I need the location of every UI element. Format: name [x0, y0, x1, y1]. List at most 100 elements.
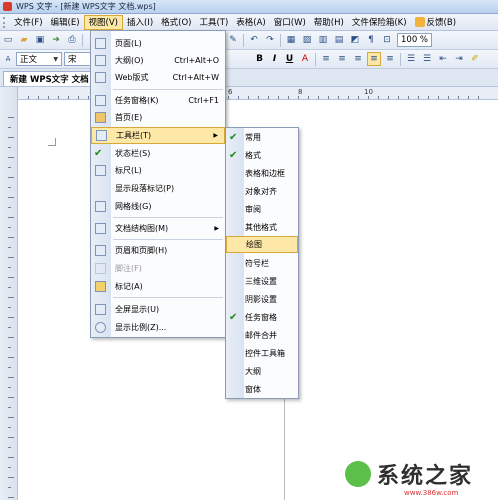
view-menu-zoom[interactable]: 显示比例(Z)...: [91, 319, 225, 336]
toolbar-option-symbols[interactable]: 符号栏: [226, 255, 298, 272]
view-menu-full-screen[interactable]: 全屏显示(U): [91, 301, 225, 318]
align-center-icon[interactable]: ≡: [335, 52, 349, 66]
bold-button[interactable]: B: [253, 53, 266, 66]
print-icon[interactable]: ⎙: [65, 33, 79, 47]
zoom-combo[interactable]: 100 %: [397, 33, 433, 47]
ruler-tick: [8, 247, 11, 248]
view-menu-paragraph-marks[interactable]: 显示段落标记(P): [91, 180, 225, 197]
view-menu-header-footer[interactable]: 页眉和页脚(H): [91, 242, 225, 259]
view-menu-outline[interactable]: 大纲(O) Ctrl+Alt+O: [91, 52, 225, 69]
toolbars-submenu: ✔ 常用 ✔ 格式 表格和边框 对象对齐 审阅 其他格式 绘图 符号栏 三维设置…: [225, 127, 299, 399]
toolbar-option-outline[interactable]: 大纲: [226, 363, 298, 380]
ruler-tick: [8, 167, 11, 168]
style-combo[interactable]: 正文 ▼: [16, 52, 62, 66]
toolbar-option-standard[interactable]: ✔ 常用: [226, 129, 298, 146]
insert-chart-icon[interactable]: ▥: [316, 33, 330, 47]
menu-format[interactable]: 格式(O): [157, 15, 195, 30]
ruler-number: 6: [228, 88, 233, 96]
export-pdf-icon[interactable]: ➜: [49, 33, 63, 47]
ruler-tick: [268, 96, 269, 99]
toolbar-option-review[interactable]: 审阅: [226, 201, 298, 218]
menu-table[interactable]: 表格(A): [232, 15, 269, 30]
view-menu-footnotes: 脚注(F): [91, 260, 225, 277]
ruler-tick: [8, 217, 14, 218]
open-folder-icon[interactable]: ▰: [17, 33, 31, 47]
menu-view[interactable]: 视图(V): [83, 14, 123, 30]
italic-button[interactable]: I: [268, 53, 281, 66]
toolbar-option-format[interactable]: ✔ 格式: [226, 147, 298, 164]
menubar-grip[interactable]: [3, 16, 6, 28]
view-menu-page[interactable]: 页面(L): [91, 35, 225, 52]
font-color-icon[interactable]: A: [298, 52, 312, 66]
vertical-ruler[interactable]: [0, 87, 18, 500]
insert-picture-icon[interactable]: ▨: [300, 33, 314, 47]
toolbar-option-drawing[interactable]: 绘图: [226, 236, 298, 253]
outdent-icon[interactable]: ⇤: [436, 52, 450, 66]
menu-feedback[interactable]: 反馈(B): [411, 15, 460, 30]
toolbar-option-forms[interactable]: 窗体: [226, 381, 298, 398]
columns-icon[interactable]: ▤: [332, 33, 346, 47]
styles-icon[interactable]: A: [1, 52, 15, 66]
align-left-icon[interactable]: ≡: [319, 52, 333, 66]
format-painter-icon[interactable]: ✎: [226, 33, 240, 47]
menu-window[interactable]: 窗口(W): [270, 15, 310, 30]
undo-icon[interactable]: ↶: [247, 33, 261, 47]
toolbar-option-shadow-settings[interactable]: 阴影设置: [226, 291, 298, 308]
save-icon[interactable]: ▣: [33, 33, 47, 47]
underline-button[interactable]: U: [283, 53, 296, 66]
toolbar-separator: [315, 52, 316, 66]
toolbar-option-mail-merge[interactable]: 邮件合并: [226, 327, 298, 344]
numbering-icon[interactable]: ☰: [404, 52, 418, 66]
toolbar-option-label: 其他格式: [245, 223, 277, 232]
show-marks-icon[interactable]: ¶: [364, 33, 378, 47]
highlight-icon[interactable]: ✐: [468, 52, 482, 66]
toolbar-option-tables-borders[interactable]: 表格和边框: [226, 165, 298, 182]
menu-tools[interactable]: 工具(T): [195, 15, 232, 30]
align-right-icon[interactable]: ≡: [351, 52, 365, 66]
justify-icon[interactable]: ≡: [367, 52, 381, 66]
toolbar-option-task-pane[interactable]: ✔ 任务窗格: [226, 309, 298, 326]
tab-document[interactable]: 新建 WPS文字 文档: [3, 71, 96, 86]
header-footer-icon: [95, 245, 106, 256]
view-menu-label: 大纲(O): [115, 56, 144, 65]
ruler-tick: [298, 96, 299, 99]
menu-help[interactable]: 帮助(H): [310, 15, 348, 30]
zoom-icon[interactable]: ⊡: [380, 33, 394, 47]
toolbar-option-label: 对象对齐: [245, 187, 277, 196]
font-combo[interactable]: 宋: [64, 52, 92, 66]
view-menu-gridlines[interactable]: 网格线(G): [91, 198, 225, 215]
drawing-icon[interactable]: ◩: [348, 33, 362, 47]
toolbar-option-label: 审阅: [245, 205, 261, 214]
view-menu-markup[interactable]: 标记(A): [91, 278, 225, 295]
menu-edit[interactable]: 编辑(E): [47, 15, 84, 30]
view-menu-document-map[interactable]: 文档结构图(M) ▶: [91, 220, 225, 237]
ruler-tick: [238, 96, 239, 99]
view-menu-web[interactable]: Web版式 Ctrl+Alt+W: [91, 69, 225, 86]
insert-table-icon[interactable]: ▦: [284, 33, 298, 47]
view-menu-task-pane[interactable]: 任务窗格(K) Ctrl+F1: [91, 92, 225, 109]
toolbar-option-other-format[interactable]: 其他格式: [226, 219, 298, 236]
view-menu-home[interactable]: 首页(E): [91, 109, 225, 126]
view-menu-toolbars[interactable]: 工具栏(T) ▶: [91, 127, 225, 144]
ruler-tick: [8, 267, 11, 268]
ruler-tick: [8, 207, 11, 208]
ruler-tick: [318, 96, 319, 99]
menu-file-safe[interactable]: 文件保险箱(K): [348, 15, 411, 30]
ruler-tick: [28, 96, 29, 99]
view-menu-ruler[interactable]: 标尺(L): [91, 162, 225, 179]
menu-insert[interactable]: 插入(I): [123, 15, 157, 30]
toolbar-option-object-align[interactable]: 对象对齐: [226, 183, 298, 200]
ruler-tick: [8, 357, 14, 358]
new-document-icon[interactable]: ▭: [1, 33, 15, 47]
redo-icon[interactable]: ↷: [263, 33, 277, 47]
view-menu-status-bar[interactable]: ✔ 状态栏(S): [91, 145, 225, 162]
distributed-icon[interactable]: ≡: [383, 52, 397, 66]
bullets-icon[interactable]: ☰: [420, 52, 434, 66]
tab-document-label: 新建 WPS文字 文档: [10, 75, 89, 85]
view-menu-label: 标记(A): [115, 282, 143, 291]
indent-icon[interactable]: ⇥: [452, 52, 466, 66]
ruler-tick: [8, 427, 11, 428]
menu-file[interactable]: 文件(F): [10, 15, 47, 30]
toolbar-option-controls[interactable]: 控件工具箱: [226, 345, 298, 362]
toolbar-option-3d-settings[interactable]: 三维设置: [226, 273, 298, 290]
